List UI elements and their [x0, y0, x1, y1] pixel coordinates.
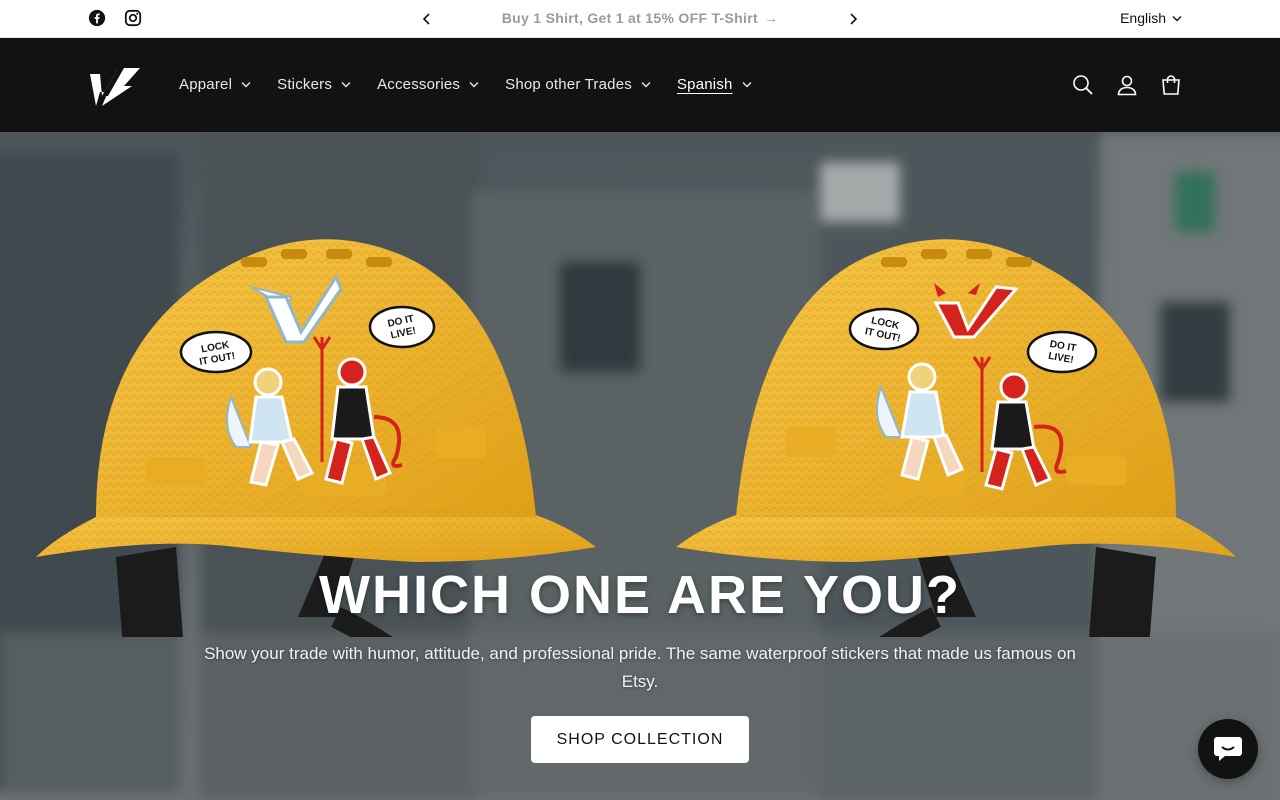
- shop-collection-button[interactable]: SHOP COLLECTION: [531, 716, 749, 763]
- chat-icon: [1214, 737, 1242, 761]
- nav-item-accessories[interactable]: Accessories: [377, 76, 479, 93]
- hero-banner: LOCK IT OUT! DO IT LIVE! LOCK IT OUT! DO…: [0, 132, 1280, 800]
- language-label: English: [1120, 10, 1166, 26]
- search-icon[interactable]: [1072, 74, 1094, 96]
- announcement-text[interactable]: Buy 1 Shirt, Get 1 at 15% OFF T-Shirt →: [440, 10, 840, 26]
- nav-label: Accessories: [377, 76, 461, 93]
- chat-button[interactable]: [1198, 719, 1258, 779]
- chevron-down-icon: [1172, 15, 1182, 21]
- nav-item-apparel[interactable]: Apparel: [179, 76, 251, 93]
- chevron-down-icon: [742, 82, 752, 88]
- header-actions: [1072, 74, 1182, 96]
- cart-icon[interactable]: [1160, 74, 1182, 96]
- hero-title: WHICH ONE ARE YOU?: [318, 565, 962, 625]
- nav-label: Spanish: [676, 76, 733, 93]
- nav-item-stickers[interactable]: Stickers: [277, 76, 351, 93]
- language-selector[interactable]: English: [1120, 10, 1182, 26]
- announcement-next-button[interactable]: [843, 9, 863, 29]
- main-nav: Apparel Stickers Accessories Shop other …: [179, 76, 752, 93]
- chevron-down-icon: [341, 82, 351, 88]
- hero-subtitle: Show your trade with humor, attitude, an…: [204, 644, 1076, 691]
- nav-item-shop-other-trades[interactable]: Shop other Trades: [505, 76, 651, 93]
- chevron-down-icon: [241, 82, 251, 88]
- announcement-bar: Buy 1 Shirt, Get 1 at 15% OFF T-Shirt → E…: [0, 0, 1280, 38]
- chevron-left-icon: [422, 13, 430, 25]
- chevron-down-icon: [469, 82, 479, 88]
- site-header: Apparel Stickers Accessories Shop other …: [0, 38, 1280, 132]
- nav-label: Stickers: [277, 76, 333, 93]
- chevron-down-icon: [641, 82, 651, 88]
- social-links: [88, 9, 142, 27]
- nav-item-spanish[interactable]: Spanish: [677, 76, 752, 93]
- account-icon[interactable]: [1116, 74, 1138, 96]
- arrow-right-icon: →: [763, 10, 779, 26]
- announcement-prev-button[interactable]: [417, 9, 437, 29]
- chevron-right-icon: [850, 13, 858, 25]
- announcement-label: Buy 1 Shirt, Get 1 at 15% OFF T-Shirt: [501, 10, 758, 26]
- instagram-icon[interactable]: [124, 9, 142, 27]
- brand-logo[interactable]: [88, 66, 140, 106]
- nav-label: Shop other Trades: [505, 76, 632, 93]
- facebook-icon[interactable]: [88, 9, 106, 27]
- nav-label: Apparel: [179, 76, 233, 93]
